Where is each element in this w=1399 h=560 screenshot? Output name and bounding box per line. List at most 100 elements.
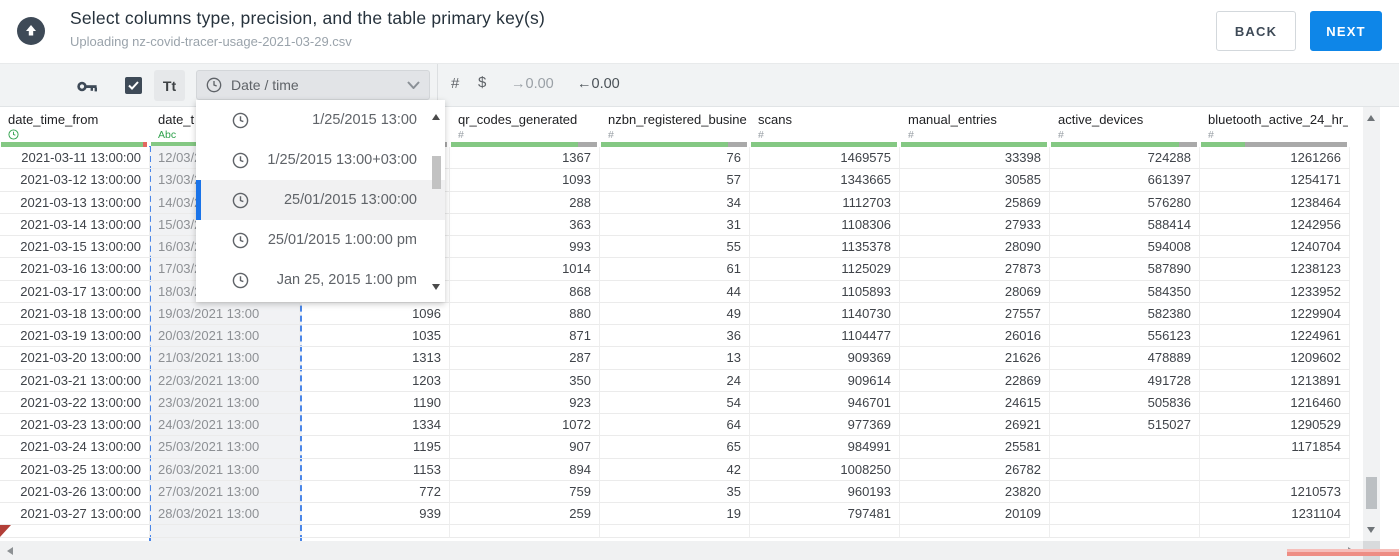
table-cell[interactable]: 65: [600, 436, 750, 459]
table-cell[interactable]: 2021-03-14 13:00:00: [0, 213, 150, 236]
table-cell[interactable]: 478889: [1050, 347, 1200, 370]
table-cell[interactable]: 2021-03-13 13:00:00: [0, 191, 150, 214]
table-cell[interactable]: 20/03/2021 13:00: [150, 325, 300, 348]
table-cell[interactable]: 1238123: [1200, 258, 1350, 281]
column-header-nzbn_registered_busine[interactable]: nzbn_registered_busine #: [600, 107, 750, 147]
table-cell[interactable]: 2021-03-23 13:00:00: [0, 414, 150, 437]
table-cell[interactable]: 25869: [900, 191, 1050, 214]
table-cell[interactable]: 1190: [300, 391, 450, 414]
table-cell[interactable]: 1210573: [1200, 480, 1350, 503]
table-cell[interactable]: 1254171: [1200, 169, 1350, 192]
back-button[interactable]: BACK: [1216, 11, 1296, 51]
next-button[interactable]: NEXT: [1310, 11, 1382, 51]
table-cell[interactable]: 977369: [750, 414, 900, 437]
table-cell[interactable]: 25581: [900, 436, 1050, 459]
table-cell[interactable]: 2021-03-25 13:00:00: [0, 458, 150, 481]
table-cell[interactable]: [1050, 458, 1200, 481]
currency-type-button[interactable]: $: [478, 74, 486, 91]
column-header-manual_entries[interactable]: manual_entries #: [900, 107, 1050, 147]
table-cell[interactable]: 1261266: [1200, 147, 1350, 170]
table-cell[interactable]: 1367: [450, 147, 600, 170]
table-cell[interactable]: 1008250: [750, 458, 900, 481]
table-cell[interactable]: 28090: [900, 236, 1050, 259]
table-cell[interactable]: 946701: [750, 391, 900, 414]
table-cell[interactable]: 576280: [1050, 191, 1200, 214]
table-cell[interactable]: 27/03/2021 13:00: [150, 480, 300, 503]
scroll-left-arrow[interactable]: [7, 547, 13, 555]
table-cell[interactable]: 27873: [900, 258, 1050, 281]
table-cell[interactable]: 26782: [900, 458, 1050, 481]
table-cell[interactable]: [1050, 436, 1200, 459]
table-cell[interactable]: 2021-03-18 13:00:00: [0, 302, 150, 325]
table-cell[interactable]: 42: [600, 458, 750, 481]
table-cell[interactable]: 868: [450, 280, 600, 303]
column-header-qr_codes_generated[interactable]: qr_codes_generated #: [450, 107, 600, 147]
table-cell[interactable]: 26016: [900, 325, 1050, 348]
table-cell[interactable]: 1195: [300, 436, 450, 459]
number-type-button[interactable]: #: [451, 75, 459, 92]
table-cell[interactable]: 984991: [750, 436, 900, 459]
dropdown-scrollbar[interactable]: [429, 102, 444, 300]
text-type-button[interactable]: Tt: [154, 70, 185, 101]
table-cell[interactable]: 588414: [1050, 213, 1200, 236]
dropdown-option[interactable]: 1/25/2015 13:00+03:00: [196, 140, 445, 180]
column-header-bluetooth_active_24_hr_[interactable]: bluetooth_active_24_hr_ #: [1200, 107, 1350, 147]
table-cell[interactable]: 491728: [1050, 369, 1200, 392]
table-cell[interactable]: 24/03/2021 13:00: [150, 414, 300, 437]
table-cell[interactable]: 22/03/2021 13:00: [150, 369, 300, 392]
table-cell[interactable]: 1209602: [1200, 347, 1350, 370]
table-cell[interactable]: 797481: [750, 503, 900, 526]
table-cell[interactable]: 515027: [1050, 414, 1200, 437]
table-cell[interactable]: 30585: [900, 169, 1050, 192]
dropdown-scroll-up-arrow[interactable]: [432, 114, 440, 120]
table-cell[interactable]: 57: [600, 169, 750, 192]
table-cell[interactable]: 909369: [750, 347, 900, 370]
table-cell[interactable]: 2021-03-26 13:00:00: [0, 480, 150, 503]
dropdown-option[interactable]: 25/01/2015 13:00:00: [196, 180, 445, 220]
table-cell[interactable]: 76: [600, 147, 750, 170]
table-cell[interactable]: 21626: [900, 347, 1050, 370]
table-cell[interactable]: 871: [450, 325, 600, 348]
table-cell[interactable]: 54: [600, 391, 750, 414]
table-cell[interactable]: 49: [600, 302, 750, 325]
table-cell[interactable]: 2021-03-20 13:00:00: [0, 347, 150, 370]
dropdown-option[interactable]: Jan 25, 2015 1:00 pm: [196, 260, 445, 300]
table-cell[interactable]: 894: [450, 458, 600, 481]
table-cell[interactable]: 1135378: [750, 236, 900, 259]
table-cell[interactable]: 26921: [900, 414, 1050, 437]
table-cell[interactable]: 923: [450, 391, 600, 414]
table-cell[interactable]: 584350: [1050, 280, 1200, 303]
table-cell[interactable]: 1240704: [1200, 236, 1350, 259]
table-cell[interactable]: 259: [450, 503, 600, 526]
table-cell[interactable]: 661397: [1050, 169, 1200, 192]
table-cell[interactable]: 1112703: [750, 191, 900, 214]
table-cell[interactable]: 2021-03-15 13:00:00: [0, 236, 150, 259]
primary-key-icon[interactable]: [77, 80, 100, 93]
table-cell[interactable]: 1104477: [750, 325, 900, 348]
dropdown-option[interactable]: 1/25/2015 13:00: [196, 100, 445, 140]
table-cell[interactable]: 2021-03-19 13:00:00: [0, 325, 150, 348]
table-cell[interactable]: 1093: [450, 169, 600, 192]
table-cell[interactable]: 2021-03-16 13:00:00: [0, 258, 150, 281]
table-cell[interactable]: 26/03/2021 13:00: [150, 458, 300, 481]
table-cell[interactable]: 1213891: [1200, 369, 1350, 392]
table-cell[interactable]: 23/03/2021 13:00: [150, 391, 300, 414]
table-cell[interactable]: 587890: [1050, 258, 1200, 281]
dropdown-scroll-thumb[interactable]: [432, 156, 441, 189]
table-cell[interactable]: 2021-03-22 13:00:00: [0, 391, 150, 414]
table-cell[interactable]: 1072: [450, 414, 600, 437]
table-cell[interactable]: 1153: [300, 458, 450, 481]
table-cell[interactable]: [1050, 480, 1200, 503]
table-cell[interactable]: 1014: [450, 258, 600, 281]
table-cell[interactable]: 34: [600, 191, 750, 214]
column-header-scans[interactable]: scans #: [750, 107, 900, 147]
table-cell[interactable]: 64: [600, 414, 750, 437]
table-cell[interactable]: 1231104: [1200, 503, 1350, 526]
table-cell[interactable]: 36: [600, 325, 750, 348]
table-cell[interactable]: 2021-03-17 13:00:00: [0, 280, 150, 303]
table-cell[interactable]: 2021-03-24 13:00:00: [0, 436, 150, 459]
table-cell[interactable]: 1238464: [1200, 191, 1350, 214]
table-cell[interactable]: 1096: [300, 302, 450, 325]
decrease-decimal-button[interactable]: ←0.00: [577, 76, 620, 92]
table-cell[interactable]: 880: [450, 302, 600, 325]
